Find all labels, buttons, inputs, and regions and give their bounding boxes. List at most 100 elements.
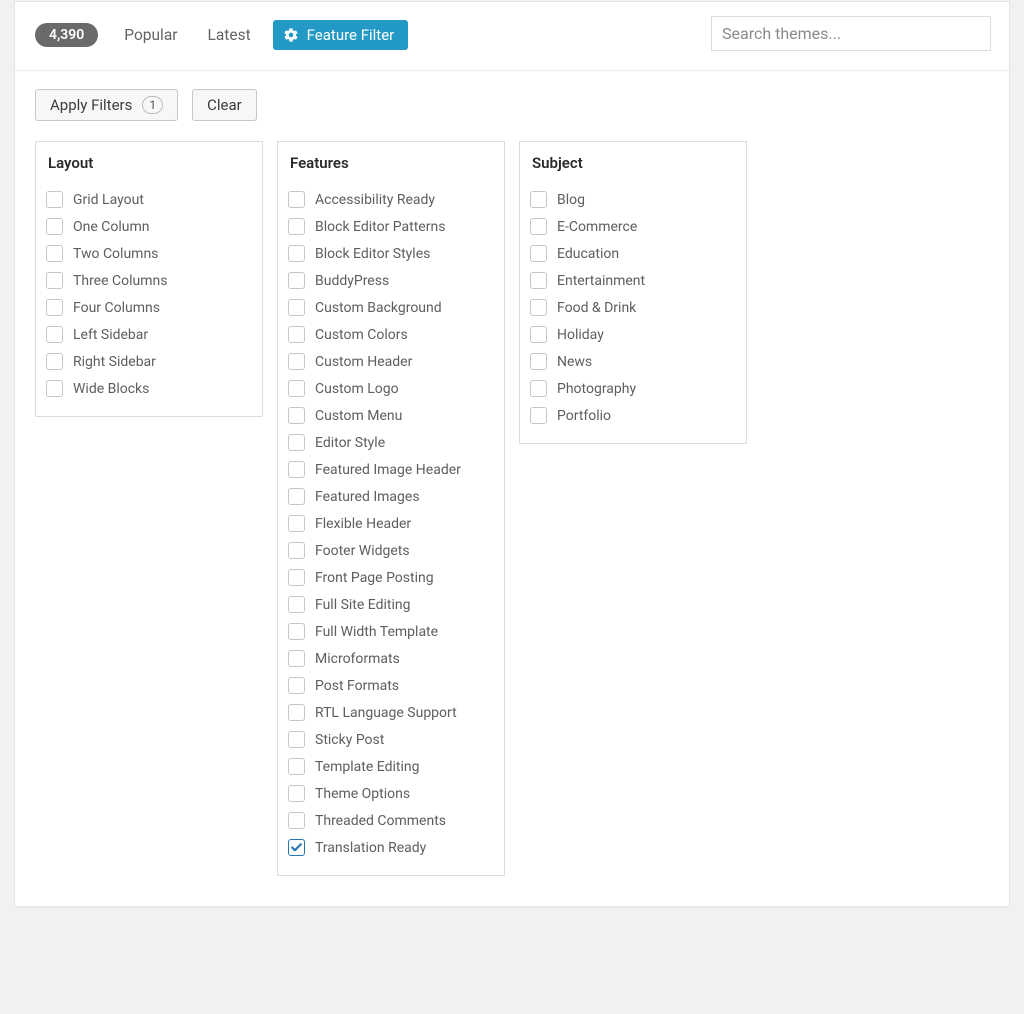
checkbox[interactable] xyxy=(46,218,63,235)
filter-option-label: Custom Colors xyxy=(315,327,408,343)
checkbox[interactable] xyxy=(288,650,305,667)
tab-feature-filter[interactable]: Feature Filter xyxy=(273,20,409,50)
checkbox[interactable] xyxy=(288,434,305,451)
filter-option[interactable]: Translation Ready xyxy=(288,834,494,861)
filter-option[interactable]: Editor Style xyxy=(288,429,494,456)
filter-option[interactable]: Featured Images xyxy=(288,483,494,510)
apply-filters-count: 1 xyxy=(142,96,163,114)
checkbox[interactable] xyxy=(46,191,63,208)
checkbox[interactable] xyxy=(288,542,305,559)
filter-option[interactable]: Portfolio xyxy=(530,402,736,429)
filter-option[interactable]: E-Commerce xyxy=(530,213,736,240)
filter-option[interactable]: Featured Image Header xyxy=(288,456,494,483)
checkbox[interactable] xyxy=(530,272,547,289)
filter-option[interactable]: Custom Header xyxy=(288,348,494,375)
filter-option[interactable]: Template Editing xyxy=(288,753,494,780)
checkbox[interactable] xyxy=(288,461,305,478)
checkbox[interactable] xyxy=(288,353,305,370)
filter-option-label: One Column xyxy=(73,219,150,235)
checkbox[interactable] xyxy=(288,623,305,640)
filter-option-label: Editor Style xyxy=(315,435,385,451)
clear-button[interactable]: Clear xyxy=(192,89,257,121)
filter-option[interactable]: BuddyPress xyxy=(288,267,494,294)
filter-option[interactable]: Photography xyxy=(530,375,736,402)
checkbox[interactable] xyxy=(288,758,305,775)
filter-option[interactable]: Front Page Posting xyxy=(288,564,494,591)
filter-option[interactable]: Threaded Comments xyxy=(288,807,494,834)
filter-option[interactable]: Post Formats xyxy=(288,672,494,699)
filter-option[interactable]: RTL Language Support xyxy=(288,699,494,726)
filter-option[interactable]: Full Width Template xyxy=(288,618,494,645)
tab-latest[interactable]: Latest xyxy=(200,22,259,48)
filter-option[interactable]: Blog xyxy=(530,186,736,213)
checkbox[interactable] xyxy=(530,218,547,235)
filter-option[interactable]: Flexible Header xyxy=(288,510,494,537)
filter-option[interactable]: Footer Widgets xyxy=(288,537,494,564)
checkbox[interactable] xyxy=(530,245,547,262)
checkbox[interactable] xyxy=(46,299,63,316)
filter-option-label: Wide Blocks xyxy=(73,381,149,397)
checkbox[interactable] xyxy=(530,299,547,316)
filter-option[interactable]: Accessibility Ready xyxy=(288,186,494,213)
checkbox[interactable] xyxy=(46,380,63,397)
checkbox[interactable] xyxy=(288,731,305,748)
checkbox[interactable] xyxy=(530,407,547,424)
filter-option[interactable]: Left Sidebar xyxy=(46,321,252,348)
filter-option[interactable]: Microformats xyxy=(288,645,494,672)
checkbox[interactable] xyxy=(288,272,305,289)
search-input[interactable] xyxy=(711,16,991,51)
checkbox[interactable] xyxy=(288,569,305,586)
filter-option[interactable]: Block Editor Styles xyxy=(288,240,494,267)
filter-option-label: Two Columns xyxy=(73,246,158,262)
filter-option[interactable]: Theme Options xyxy=(288,780,494,807)
checkbox[interactable] xyxy=(288,515,305,532)
filter-option[interactable]: Food & Drink xyxy=(530,294,736,321)
tab-popular[interactable]: Popular xyxy=(116,22,185,48)
checkbox[interactable] xyxy=(288,245,305,262)
filter-option[interactable]: Three Columns xyxy=(46,267,252,294)
checkbox[interactable] xyxy=(288,812,305,829)
checkbox[interactable] xyxy=(288,596,305,613)
checkbox[interactable] xyxy=(288,488,305,505)
checkbox[interactable] xyxy=(288,677,305,694)
checkbox[interactable] xyxy=(288,704,305,721)
filter-option[interactable]: Four Columns xyxy=(46,294,252,321)
filter-option[interactable]: Grid Layout xyxy=(46,186,252,213)
filter-option[interactable]: Sticky Post xyxy=(288,726,494,753)
checkbox[interactable] xyxy=(530,326,547,343)
checkbox[interactable] xyxy=(288,191,305,208)
theme-count-pill: 4,390 xyxy=(35,23,98,47)
filter-option[interactable]: Right Sidebar xyxy=(46,348,252,375)
checkbox[interactable] xyxy=(530,191,547,208)
filter-option[interactable]: Full Site Editing xyxy=(288,591,494,618)
apply-filters-button[interactable]: Apply Filters 1 xyxy=(35,89,178,121)
filter-option[interactable]: Custom Menu xyxy=(288,402,494,429)
checkbox[interactable] xyxy=(288,380,305,397)
filter-option[interactable]: Custom Logo xyxy=(288,375,494,402)
checkbox[interactable] xyxy=(46,353,63,370)
checkbox[interactable] xyxy=(46,272,63,289)
filter-option[interactable]: Block Editor Patterns xyxy=(288,213,494,240)
checkbox[interactable] xyxy=(288,218,305,235)
filter-option[interactable]: News xyxy=(530,348,736,375)
filter-option[interactable]: Custom Background xyxy=(288,294,494,321)
checkbox[interactable] xyxy=(288,326,305,343)
filter-option[interactable]: Two Columns xyxy=(46,240,252,267)
filter-option-label: Theme Options xyxy=(315,786,410,802)
filter-option[interactable]: Custom Colors xyxy=(288,321,494,348)
filter-option[interactable]: Education xyxy=(530,240,736,267)
checkbox[interactable] xyxy=(288,407,305,424)
filter-option[interactable]: Entertainment xyxy=(530,267,736,294)
checkbox[interactable] xyxy=(530,380,547,397)
checkbox[interactable] xyxy=(530,353,547,370)
checkbox[interactable] xyxy=(46,326,63,343)
checkbox[interactable] xyxy=(288,299,305,316)
checkbox-checked[interactable] xyxy=(288,839,305,856)
checkbox[interactable] xyxy=(46,245,63,262)
checkbox[interactable] xyxy=(288,785,305,802)
filter-option-label: Full Site Editing xyxy=(315,597,410,613)
filter-option[interactable]: Wide Blocks xyxy=(46,375,252,402)
filter-option[interactable]: Holiday xyxy=(530,321,736,348)
filter-option[interactable]: One Column xyxy=(46,213,252,240)
check-icon xyxy=(290,841,303,854)
